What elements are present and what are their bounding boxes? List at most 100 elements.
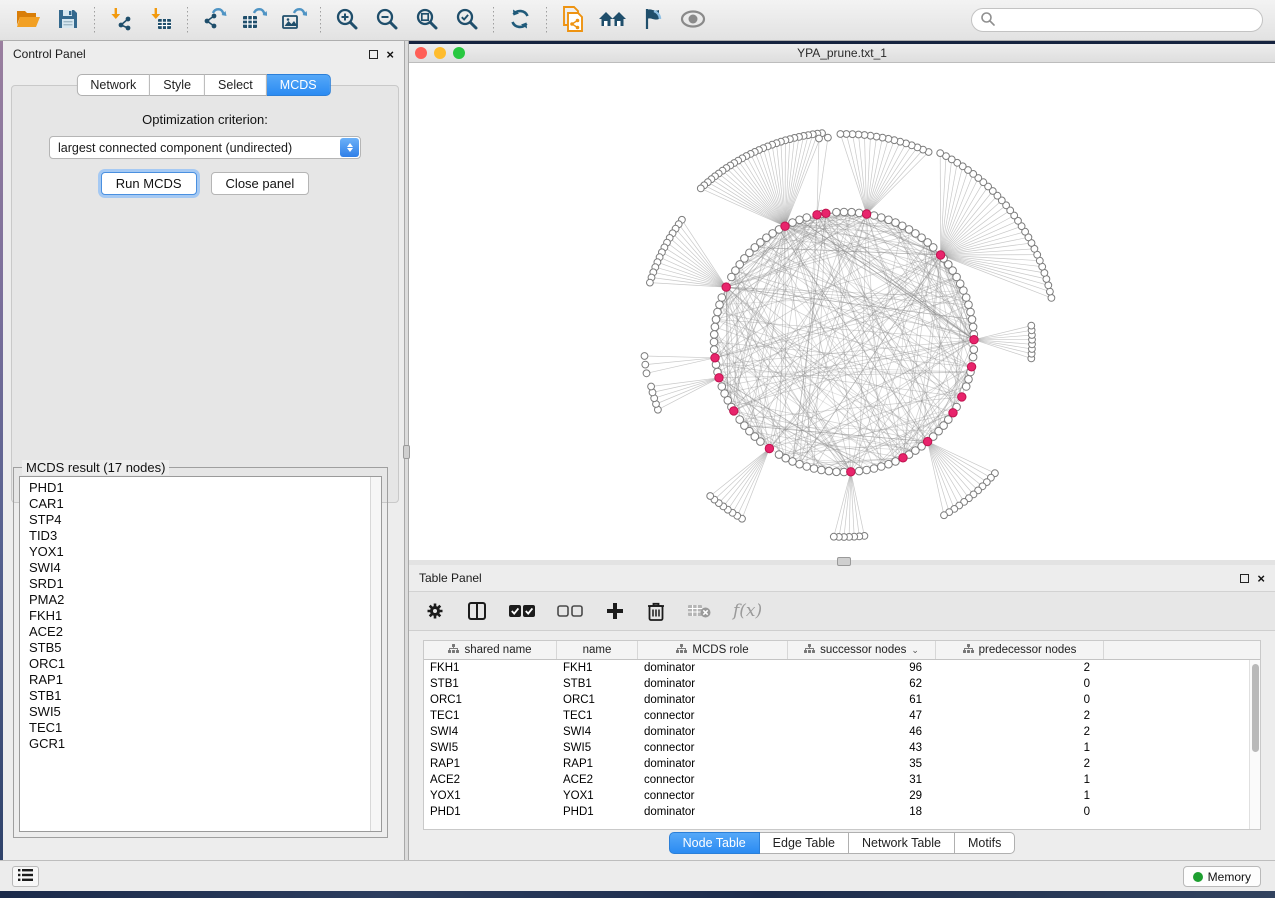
tab-motifs[interactable]: Motifs bbox=[955, 832, 1015, 854]
network-node[interactable] bbox=[870, 212, 878, 220]
tab-network[interactable]: Network bbox=[76, 74, 150, 96]
dominator-node[interactable] bbox=[949, 409, 957, 417]
network-node[interactable] bbox=[716, 301, 724, 309]
table-row[interactable]: SWI5SWI5connector431 bbox=[424, 740, 1260, 756]
dominator-node[interactable] bbox=[822, 209, 830, 217]
column-header-predecessor-nodes[interactable]: predecessor nodes bbox=[936, 641, 1104, 659]
table-row[interactable]: ORC1ORC1dominator610 bbox=[424, 692, 1260, 708]
splitter-grip[interactable] bbox=[837, 557, 851, 566]
satellite-node[interactable] bbox=[648, 383, 655, 390]
tab-select[interactable]: Select bbox=[205, 74, 267, 96]
zoom-selected-button[interactable] bbox=[447, 3, 487, 37]
show-log-button[interactable] bbox=[12, 866, 39, 887]
dominator-node[interactable] bbox=[765, 444, 773, 452]
column-header-name[interactable]: name bbox=[557, 641, 638, 659]
network-node[interactable] bbox=[968, 316, 976, 324]
dominator-node[interactable] bbox=[781, 222, 789, 230]
dominator-node[interactable] bbox=[923, 437, 931, 445]
mcds-result-item[interactable]: RAP1 bbox=[29, 672, 381, 688]
satellite-node[interactable] bbox=[643, 370, 650, 377]
dominator-node[interactable] bbox=[715, 374, 723, 382]
toolbar-search-field[interactable] bbox=[971, 8, 1263, 32]
mcds-result-item[interactable]: SRD1 bbox=[29, 576, 381, 592]
mcds-result-item[interactable]: PMA2 bbox=[29, 592, 381, 608]
export-image-button[interactable] bbox=[274, 3, 314, 37]
network-node[interactable] bbox=[710, 338, 718, 346]
mcds-result-item[interactable]: STB1 bbox=[29, 688, 381, 704]
tab-style[interactable]: Style bbox=[150, 74, 205, 96]
network-node[interactable] bbox=[965, 301, 973, 309]
satellite-node[interactable] bbox=[697, 185, 704, 192]
network-node[interactable] bbox=[803, 214, 811, 222]
search-input[interactable] bbox=[996, 13, 1254, 27]
table-row[interactable]: TEC1TEC1connector472 bbox=[424, 708, 1260, 724]
network-node[interactable] bbox=[962, 383, 970, 391]
mcds-result-item[interactable]: ACE2 bbox=[29, 624, 381, 640]
network-node[interactable] bbox=[833, 208, 841, 216]
dominator-node[interactable] bbox=[958, 393, 966, 401]
satellite-node[interactable] bbox=[837, 131, 844, 138]
dominator-node[interactable] bbox=[730, 407, 738, 415]
network-node[interactable] bbox=[848, 208, 856, 216]
function-builder-icon[interactable]: f(x) bbox=[733, 601, 762, 621]
satellite-node[interactable] bbox=[825, 134, 832, 141]
satellite-node[interactable] bbox=[941, 512, 948, 519]
column-header-successor-nodes[interactable]: successor nodes⌄ bbox=[788, 641, 936, 659]
mcds-result-item[interactable]: TID3 bbox=[29, 528, 381, 544]
network-node[interactable] bbox=[833, 468, 841, 476]
new-network-from-selection-button[interactable] bbox=[553, 3, 593, 37]
close-panel-icon[interactable]: × bbox=[386, 50, 394, 59]
network-node[interactable] bbox=[863, 466, 871, 474]
network-node[interactable] bbox=[878, 463, 886, 471]
network-node[interactable] bbox=[892, 458, 900, 466]
show-network-overview-button[interactable] bbox=[593, 3, 633, 37]
float-panel-icon[interactable] bbox=[369, 50, 378, 59]
network-node[interactable] bbox=[789, 458, 797, 466]
table-row[interactable]: YOX1YOX1connector291 bbox=[424, 788, 1260, 804]
mcds-result-item[interactable]: CAR1 bbox=[29, 496, 381, 512]
network-node[interactable] bbox=[796, 216, 804, 224]
satellite-node[interactable] bbox=[707, 493, 714, 500]
select-all-columns-icon[interactable] bbox=[509, 597, 535, 625]
dominator-node[interactable] bbox=[967, 363, 975, 371]
tab-node-table[interactable]: Node Table bbox=[669, 832, 760, 854]
satellite-node[interactable] bbox=[647, 279, 654, 286]
tab-mcds[interactable]: MCDS bbox=[267, 74, 331, 96]
satellite-node[interactable] bbox=[1028, 322, 1035, 329]
import-table-button[interactable] bbox=[141, 3, 181, 37]
mcds-result-item[interactable]: SWI4 bbox=[29, 560, 381, 576]
splitter-grip[interactable] bbox=[403, 445, 410, 459]
mcds-result-item[interactable]: STP4 bbox=[29, 512, 381, 528]
float-panel-icon[interactable] bbox=[1240, 574, 1249, 583]
import-network-button[interactable] bbox=[101, 3, 141, 37]
column-header-MCDS-role[interactable]: MCDS role bbox=[638, 641, 788, 659]
network-node[interactable] bbox=[818, 466, 826, 474]
mcds-result-item[interactable]: SWI5 bbox=[29, 704, 381, 720]
criterion-select[interactable]: largest connected component (undirected) bbox=[49, 136, 361, 159]
zoom-in-button[interactable] bbox=[327, 3, 367, 37]
horizontal-splitter[interactable] bbox=[409, 560, 1275, 565]
network-node[interactable] bbox=[714, 308, 722, 316]
close-panel-icon[interactable]: × bbox=[1257, 574, 1265, 583]
network-node[interactable] bbox=[855, 209, 863, 217]
show-column-panel-icon[interactable] bbox=[467, 597, 487, 625]
graphics-details-button[interactable] bbox=[673, 3, 713, 37]
mcds-result-item[interactable]: YOX1 bbox=[29, 544, 381, 560]
satellite-node[interactable] bbox=[1047, 288, 1054, 295]
add-column-icon[interactable] bbox=[605, 597, 625, 625]
toggle-annotations-button[interactable] bbox=[633, 3, 673, 37]
network-node[interactable] bbox=[825, 467, 833, 475]
table-scrollbar-thumb[interactable] bbox=[1252, 664, 1259, 752]
network-node[interactable] bbox=[962, 294, 970, 302]
table-row[interactable]: SWI4SWI4dominator462 bbox=[424, 724, 1260, 740]
satellite-node[interactable] bbox=[830, 533, 837, 540]
mcds-result-item[interactable]: PHD1 bbox=[29, 480, 381, 496]
network-node[interactable] bbox=[840, 208, 848, 216]
network-node[interactable] bbox=[870, 465, 878, 473]
network-node[interactable] bbox=[967, 308, 975, 316]
network-node[interactable] bbox=[711, 323, 719, 331]
mcds-result-item[interactable]: STB5 bbox=[29, 640, 381, 656]
dominator-node[interactable] bbox=[847, 468, 855, 476]
mcds-result-item[interactable]: ORC1 bbox=[29, 656, 381, 672]
network-node[interactable] bbox=[718, 383, 726, 391]
